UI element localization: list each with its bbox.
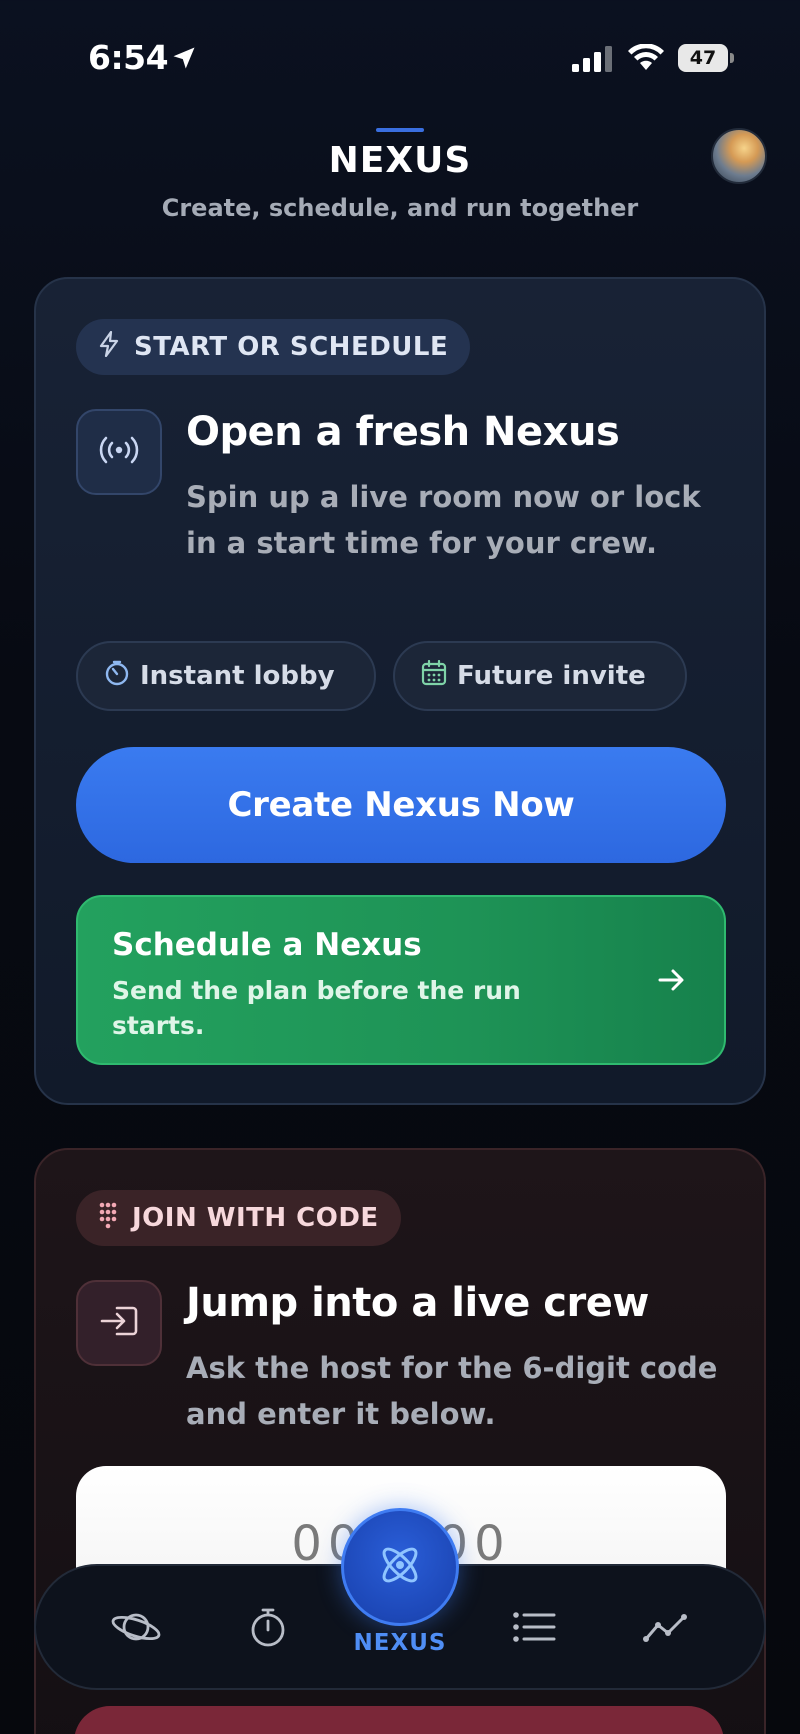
chart-line-icon <box>642 1611 690 1647</box>
tab-list[interactable] <box>484 1566 584 1692</box>
list-icon <box>512 1610 556 1648</box>
stopwatch-icon <box>104 660 130 693</box>
stopwatch-icon <box>248 1606 288 1652</box>
join-card-description: Ask the host for the 6-digit code and en… <box>186 1351 718 1431</box>
battery-indicator: 47 <box>678 44 734 72</box>
avatar[interactable] <box>711 128 767 184</box>
tab-explore[interactable] <box>86 1566 186 1692</box>
join-button[interactable] <box>74 1706 724 1734</box>
start-card-description: Spin up a live room now or lock in a sta… <box>186 480 701 560</box>
wifi-icon <box>628 43 664 76</box>
battery-level: 47 <box>678 44 728 72</box>
arrow-right-icon <box>656 965 686 999</box>
future-invite-chip[interactable]: Future invite <box>393 641 687 711</box>
start-card-heading: Open a fresh Nexus <box>186 409 620 455</box>
chip-label: Instant lobby <box>140 661 335 691</box>
sheet-drag-handle[interactable] <box>376 128 424 132</box>
create-nexus-now-button[interactable]: Create Nexus Now <box>76 747 726 863</box>
page-subtitle: Create, schedule, and run together <box>161 194 639 222</box>
cellular-signal-icon <box>572 46 616 76</box>
tag-label: JOIN WITH CODE <box>132 1203 379 1233</box>
broadcast-icon <box>95 435 143 469</box>
start-or-schedule-card: START OR SCHEDULE Open a fresh Nexus Spi… <box>34 277 766 1105</box>
tab-timer[interactable] <box>218 1566 318 1692</box>
planet-icon <box>110 1607 162 1651</box>
battery-nub <box>730 53 734 63</box>
join-card-heading: Jump into a live crew <box>186 1280 649 1326</box>
status-bar: 6:54 47 <box>0 0 800 120</box>
tab-nexus-label: NEXUS <box>353 1630 447 1656</box>
schedule-nexus-button[interactable]: Schedule a Nexus Send the plan before th… <box>76 895 726 1065</box>
location-arrow-icon <box>170 44 198 76</box>
status-time: 6:54 <box>88 38 169 77</box>
join-with-code-tag: JOIN WITH CODE <box>76 1190 401 1246</box>
schedule-button-title: Schedule a Nexus <box>112 927 422 963</box>
tab-nexus[interactable] <box>341 1508 459 1626</box>
enter-icon-box <box>76 1280 162 1366</box>
calendar-icon <box>421 659 447 693</box>
keypad-icon <box>98 1201 118 1236</box>
sign-in-icon <box>99 1304 139 1342</box>
instant-lobby-chip[interactable]: Instant lobby <box>76 641 376 711</box>
schedule-button-subtitle: Send the plan before the run starts. <box>112 976 521 1040</box>
chip-label: Future invite <box>457 661 646 691</box>
tag-label: START OR SCHEDULE <box>134 332 449 362</box>
page-title: NEXUS <box>328 140 472 181</box>
broadcast-icon-box <box>76 409 162 495</box>
atom-icon <box>375 1540 425 1594</box>
lightning-bolt-icon <box>98 330 120 364</box>
start-or-schedule-tag: START OR SCHEDULE <box>76 319 471 375</box>
tab-stats[interactable] <box>616 1566 716 1692</box>
